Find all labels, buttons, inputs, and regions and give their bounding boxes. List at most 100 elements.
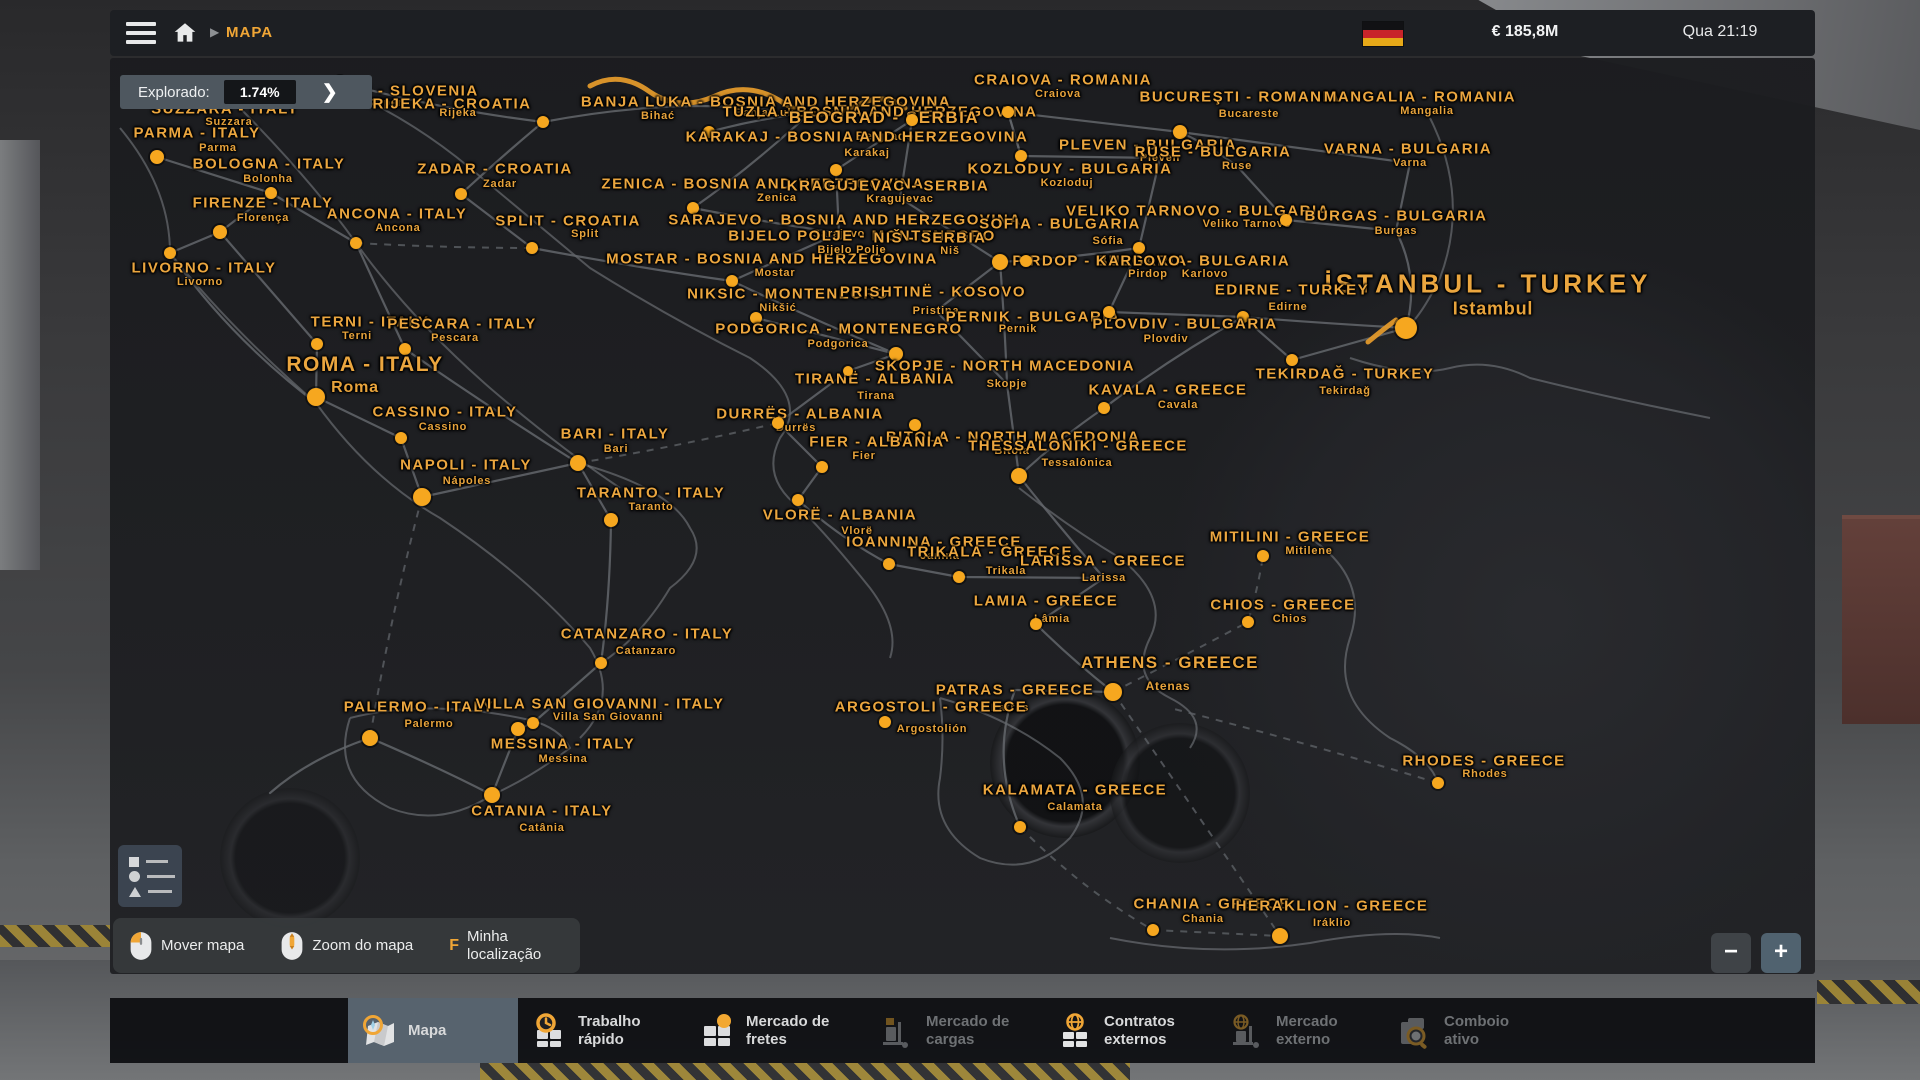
active-convoy-icon: [1396, 1012, 1434, 1050]
city-dot[interactable]: [150, 150, 164, 164]
city-dot[interactable]: [362, 730, 378, 746]
city-dot[interactable]: [537, 116, 549, 128]
city-dot[interactable]: [1002, 106, 1014, 118]
city-localized-name: Pirdop: [1128, 268, 1168, 280]
city-localized-name: Ruse: [1222, 160, 1252, 172]
city-dot[interactable]: [526, 242, 538, 254]
city-dot[interactable]: [1272, 928, 1288, 944]
germany-flag-icon: [1363, 22, 1403, 46]
city-dot[interactable]: [879, 716, 891, 728]
city-label: ATHENS - GREECE: [1081, 653, 1259, 673]
city-dot[interactable]: [1280, 214, 1292, 226]
city-dot[interactable]: [1147, 924, 1159, 936]
city-dot[interactable]: [1098, 402, 1110, 414]
map-labels-layer: KOPER - SLOVENIAKoperRIJEKA - CROATIARij…: [110, 58, 1815, 974]
city-dot[interactable]: [511, 722, 525, 736]
breadcrumb-chevron-icon: ▶: [210, 25, 219, 39]
city-dot[interactable]: [350, 237, 362, 249]
city-dot[interactable]: [883, 558, 895, 570]
city-label: MANGALIA - ROMANIA: [1324, 89, 1516, 106]
city-dot[interactable]: [595, 657, 607, 669]
city-dot[interactable]: [1432, 777, 1444, 789]
garage-pillar: [0, 140, 40, 570]
city-label: CASSINO - ITALY: [372, 404, 517, 421]
city-localized-name: Cavala: [1158, 399, 1198, 411]
nav-label: Contratos externos: [1104, 1013, 1196, 1048]
city-label: KAVALA - GREECE: [1089, 382, 1248, 399]
city-dot[interactable]: [1242, 616, 1254, 628]
city-localized-name: Pernik: [999, 323, 1037, 335]
city-dot[interactable]: [909, 419, 921, 431]
breadcrumb: MAPA: [226, 24, 273, 41]
city-dot[interactable]: [164, 247, 176, 259]
city-dot[interactable]: [395, 432, 407, 444]
city-localized-name: Ancona: [375, 222, 420, 234]
city-localized-name: Veliko Tarnovo: [1203, 218, 1292, 230]
city-dot[interactable]: [1286, 354, 1298, 366]
city-dot[interactable]: [906, 114, 918, 126]
city-localized-name: Bari: [604, 443, 629, 455]
city-label: CRAIOVA - ROMANIA: [974, 72, 1152, 89]
city-dot[interactable]: [570, 455, 586, 471]
city-dot[interactable]: [772, 417, 784, 429]
map-legend-button[interactable]: [118, 845, 182, 907]
city-dot[interactable]: [527, 717, 539, 729]
explored-widget: Explorado: 1.74% ❯: [120, 75, 372, 109]
city-dot[interactable]: [953, 571, 965, 583]
city-localized-name: Pescara: [431, 332, 479, 344]
menu-icon[interactable]: [126, 22, 156, 44]
nav-tab-mercado-de-fretes[interactable]: Mercado de fretes: [686, 998, 866, 1063]
city-label: KALAMATA - GREECE: [983, 782, 1167, 799]
city-localized-name: Plovdiv: [1144, 333, 1189, 345]
city-dot[interactable]: [843, 366, 853, 376]
nav-label: Mercado de fretes: [746, 1013, 838, 1048]
zoom-out-button[interactable]: −: [1711, 933, 1751, 973]
city-dot[interactable]: [830, 164, 842, 176]
city-dot[interactable]: [816, 461, 828, 473]
city-dot[interactable]: [311, 338, 323, 350]
city-label: LIVORNO - ITALY: [131, 260, 276, 277]
city-dot[interactable]: [1103, 306, 1115, 318]
city-localized-name: Zadar: [483, 178, 517, 190]
city-label: CHIOS - GREECE: [1210, 597, 1355, 614]
city-dot[interactable]: [1015, 150, 1027, 162]
city-dot[interactable]: [1395, 317, 1417, 339]
home-icon[interactable]: [172, 20, 198, 46]
city-dot[interactable]: [604, 513, 618, 527]
city-label: ANCONA - ITALY: [327, 206, 467, 223]
city-label: KARLOVO - BULGARIA: [1096, 253, 1291, 270]
city-localized-name: Kragujevac: [866, 193, 933, 205]
zoom-in-button[interactable]: +: [1761, 933, 1801, 973]
world-map[interactable]: KOPER - SLOVENIAKoperRIJEKA - CROATIARij…: [110, 58, 1815, 974]
nav-tab-comboio-ativo[interactable]: Comboio ativo: [1384, 998, 1549, 1063]
nav-tab-contratos-externos[interactable]: Contratos externos: [1044, 998, 1216, 1063]
nav-spacer: [110, 998, 348, 1063]
explored-expand-chevron-icon[interactable]: ❯: [322, 81, 338, 104]
city-dot[interactable]: [307, 388, 325, 406]
city-dot[interactable]: [1030, 618, 1042, 630]
city-label: MOSTAR - BOSNIA AND HERZEGOVINA: [606, 251, 938, 268]
city-dot[interactable]: [1257, 550, 1269, 562]
nav-tab-mercado-de-cargas[interactable]: Mercado de cargas: [866, 998, 1044, 1063]
city-label: PARMA - ITALY: [134, 125, 261, 142]
city-dot[interactable]: [213, 225, 227, 239]
city-localized-name: Rhodes: [1462, 768, 1507, 780]
location-keybind: F: [449, 937, 459, 955]
city-label: VLORË - ALBANIA: [763, 507, 917, 524]
city-label: MITILINI - GREECE: [1210, 529, 1371, 546]
nav-tab-mercado-externo[interactable]: Mercado externo: [1216, 998, 1384, 1063]
city-label: FIRENZE - ITALY: [193, 195, 334, 212]
city-dot[interactable]: [992, 254, 1008, 270]
city-dot[interactable]: [1011, 468, 1027, 484]
nav-tab-mapa[interactable]: Mapa: [348, 998, 518, 1063]
map-controls-bar: Mover mapa Zoom do mapa F Minha localiza…: [113, 918, 580, 973]
city-dot[interactable]: [1020, 255, 1032, 267]
city-dot[interactable]: [792, 494, 804, 506]
city-dot[interactable]: [1014, 821, 1026, 833]
city-dot[interactable]: [455, 188, 467, 200]
city-dot[interactable]: [484, 787, 500, 803]
nav-tab-trabalho-rapido[interactable]: Trabalho rápido: [518, 998, 686, 1063]
city-dot[interactable]: [1104, 683, 1122, 701]
city-localized-name: Nikšić: [759, 302, 796, 314]
city-dot[interactable]: [413, 488, 431, 506]
